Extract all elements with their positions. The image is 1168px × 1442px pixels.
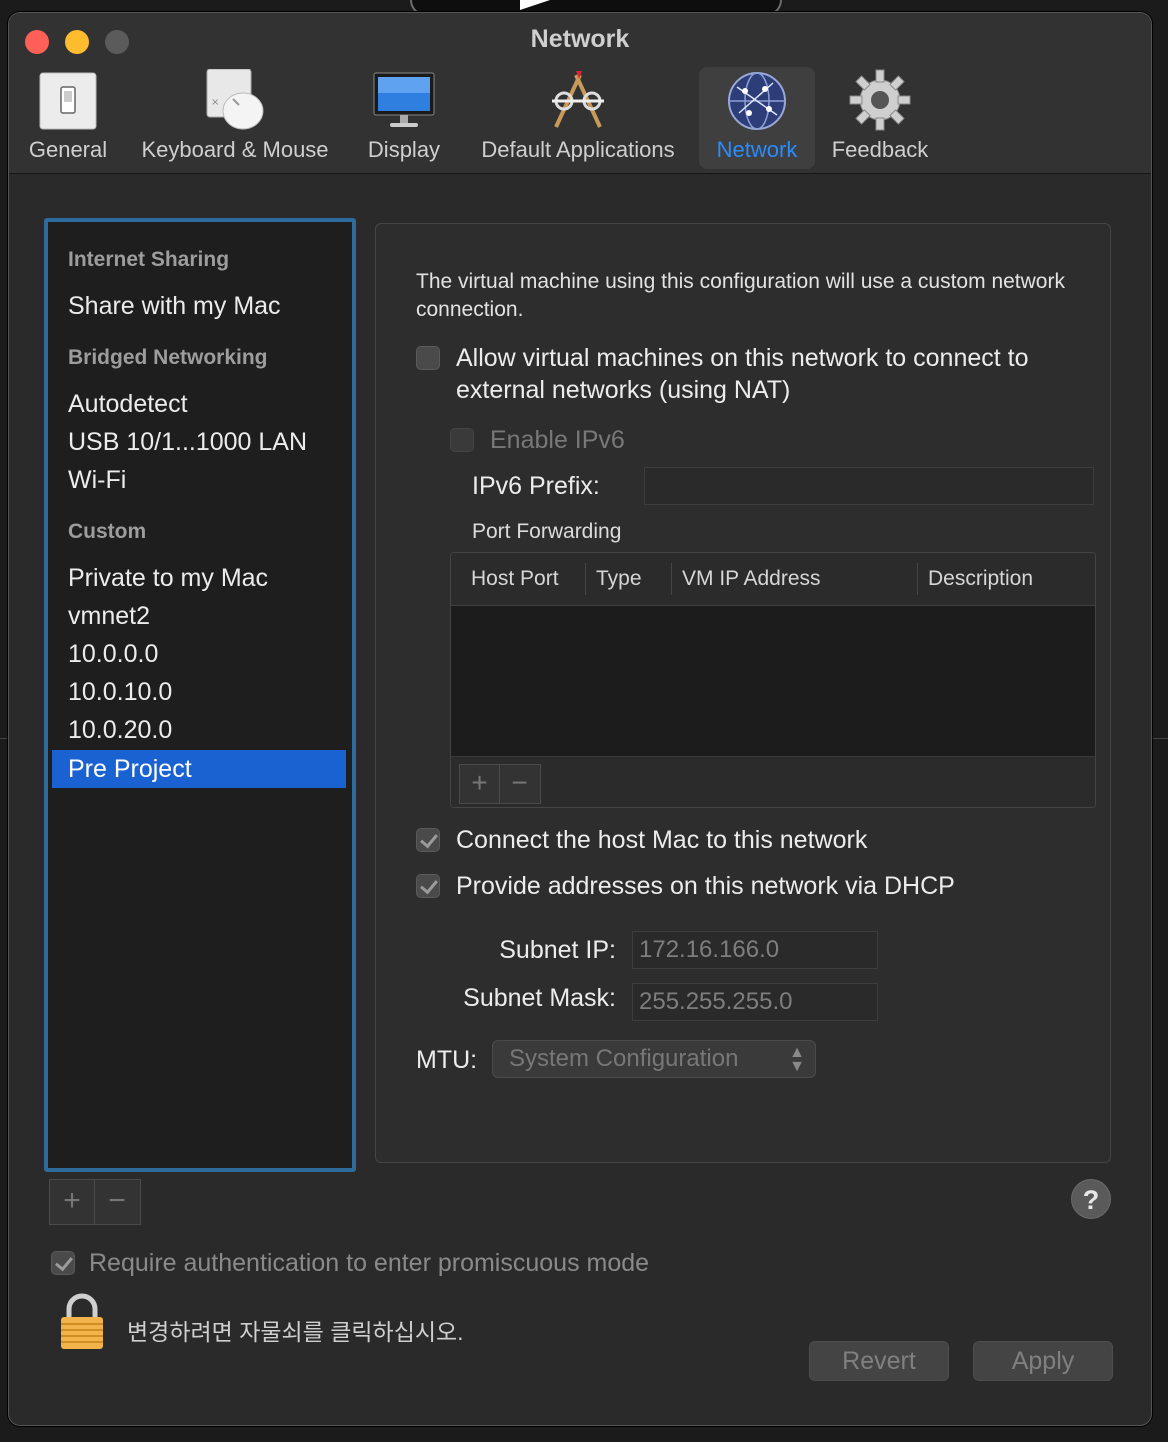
display-monitor-icon	[373, 72, 435, 127]
lock-icon[interactable]	[59, 1293, 105, 1351]
add-network-button[interactable]: +	[50, 1180, 94, 1224]
port-forward-add-remove-control: + −	[459, 764, 541, 804]
toolbar-label: Feedback	[831, 137, 929, 162]
toolbar-label: General	[28, 137, 108, 162]
toolbar-network[interactable]: Network	[699, 67, 815, 169]
toolbar-label: Network	[716, 137, 798, 162]
general-switch-icon	[39, 72, 97, 130]
network-description: The virtual machine using this configura…	[416, 270, 1065, 321]
subnet-mask-label: Subnet Mask:	[463, 984, 616, 1012]
column-header-type[interactable]: Type	[585, 563, 671, 595]
sidebar-item-10-0-10-0[interactable]: 10.0.10.0	[68, 678, 172, 707]
gear-icon	[849, 69, 911, 131]
port-forwarding-table[interactable]: Host Port Type VM IP Address Description…	[450, 552, 1096, 808]
table-header: Host Port Type VM IP Address Description	[451, 553, 1095, 606]
window-title: Network	[530, 25, 630, 53]
sidebar-item-vmnet2[interactable]: vmnet2	[68, 602, 150, 631]
mtu-label: MTU:	[416, 1046, 478, 1074]
title-bar: Network General × Keyboard & Mouse Displ…	[9, 13, 1151, 174]
promiscuous-mode-label: Require authentication to enter promiscu…	[89, 1249, 650, 1277]
column-header-vm-ip-address[interactable]: VM IP Address	[671, 563, 917, 595]
toolbar-general[interactable]: General	[21, 67, 115, 169]
lock-instruction-text: 변경하려면 자물쇠를 클릭하십시오.	[127, 1319, 464, 1345]
toolbar-default-applications[interactable]: Default Applications	[471, 67, 685, 169]
subnet-ip-label: Subnet IP:	[499, 936, 616, 964]
sidebar-item-10-0-0-0[interactable]: 10.0.0.0	[68, 640, 158, 669]
sidebar-item-10-0-20-0[interactable]: 10.0.20.0	[68, 716, 172, 745]
enable-ipv6-checkbox[interactable]	[450, 428, 474, 452]
sidebar-section-header: Custom	[68, 520, 147, 543]
svg-text:×: ×	[211, 97, 219, 108]
dhcp-checkbox[interactable]	[416, 874, 440, 898]
toolbar-keyboard-mouse[interactable]: × Keyboard & Mouse	[131, 67, 339, 169]
network-settings-panel: The virtual machine using this configura…	[375, 223, 1111, 1163]
sidebar-item-autodetect[interactable]: Autodetect	[68, 390, 188, 419]
network-globe-icon	[728, 72, 786, 130]
chevron-up-down-icon: ▲ ▼	[789, 1044, 805, 1075]
toolbar-label: Keyboard & Mouse	[141, 137, 329, 162]
column-header-description[interactable]: Description	[917, 563, 1093, 595]
nat-checkbox-label: Allow virtual machines on this network t…	[456, 344, 1029, 404]
toolbar-feedback[interactable]: Feedback	[825, 67, 935, 169]
ipv6-prefix-field[interactable]	[644, 467, 1094, 505]
keyboard-mouse-icon: ×	[206, 69, 264, 130]
sidebar-add-remove-control: + −	[49, 1179, 141, 1225]
port-forwarding-footer: + −	[451, 756, 1095, 807]
sidebar-item-private-to-my-mac[interactable]: Private to my Mac	[68, 564, 268, 593]
column-header-host-port[interactable]: Host Port	[451, 553, 585, 605]
remove-network-button[interactable]: −	[95, 1180, 139, 1224]
toolbar-display[interactable]: Display	[359, 67, 449, 169]
sidebar-section-header: Internet Sharing	[68, 248, 230, 271]
mtu-popup-button[interactable]: System Configuration ▲ ▼	[492, 1040, 816, 1078]
nat-checkbox[interactable]	[416, 346, 440, 370]
desktop-divider	[0, 738, 8, 739]
network-list-sidebar: Internet Sharing Share with my Mac Bridg…	[44, 218, 356, 1172]
help-button[interactable]: ?	[1071, 1179, 1111, 1219]
dhcp-label: Provide addresses on this network via DH…	[456, 872, 955, 900]
connect-host-label: Connect the host Mac to this network	[456, 826, 868, 854]
sidebar-item-usb-lan[interactable]: USB 10/1...1000 LAN	[68, 428, 307, 457]
apply-button[interactable]: Apply	[973, 1341, 1113, 1381]
remove-port-forward-button[interactable]: −	[500, 765, 539, 803]
sidebar-item-pre-project[interactable]: Pre Project	[52, 750, 346, 788]
sidebar-item-wifi[interactable]: Wi-Fi	[68, 466, 126, 495]
toolbar-label: Default Applications	[481, 137, 675, 162]
ipv6-prefix-label: IPv6 Prefix:	[472, 472, 600, 500]
revert-button[interactable]: Revert	[809, 1341, 949, 1381]
subnet-mask-field[interactable]: 255.255.255.0	[632, 983, 878, 1021]
toolbar-label: Display	[367, 137, 441, 162]
connect-host-checkbox[interactable]	[416, 828, 440, 852]
add-port-forward-button[interactable]: +	[460, 765, 499, 803]
promiscuous-mode-checkbox[interactable]	[51, 1251, 75, 1275]
subnet-ip-field[interactable]: 172.16.166.0	[632, 931, 878, 969]
port-forwarding-title: Port Forwarding	[472, 520, 622, 543]
desktop-divider	[1150, 738, 1168, 739]
enable-ipv6-label: Enable IPv6	[490, 426, 625, 454]
sidebar-item-share-with-my-mac[interactable]: Share with my Mac	[68, 292, 281, 321]
sidebar-section-header: Bridged Networking	[68, 346, 268, 369]
default-applications-icon	[552, 71, 604, 128]
mtu-selected-value: System Configuration	[509, 1045, 739, 1072]
preferences-window: Network General × Keyboard & Mouse Displ…	[8, 12, 1152, 1426]
